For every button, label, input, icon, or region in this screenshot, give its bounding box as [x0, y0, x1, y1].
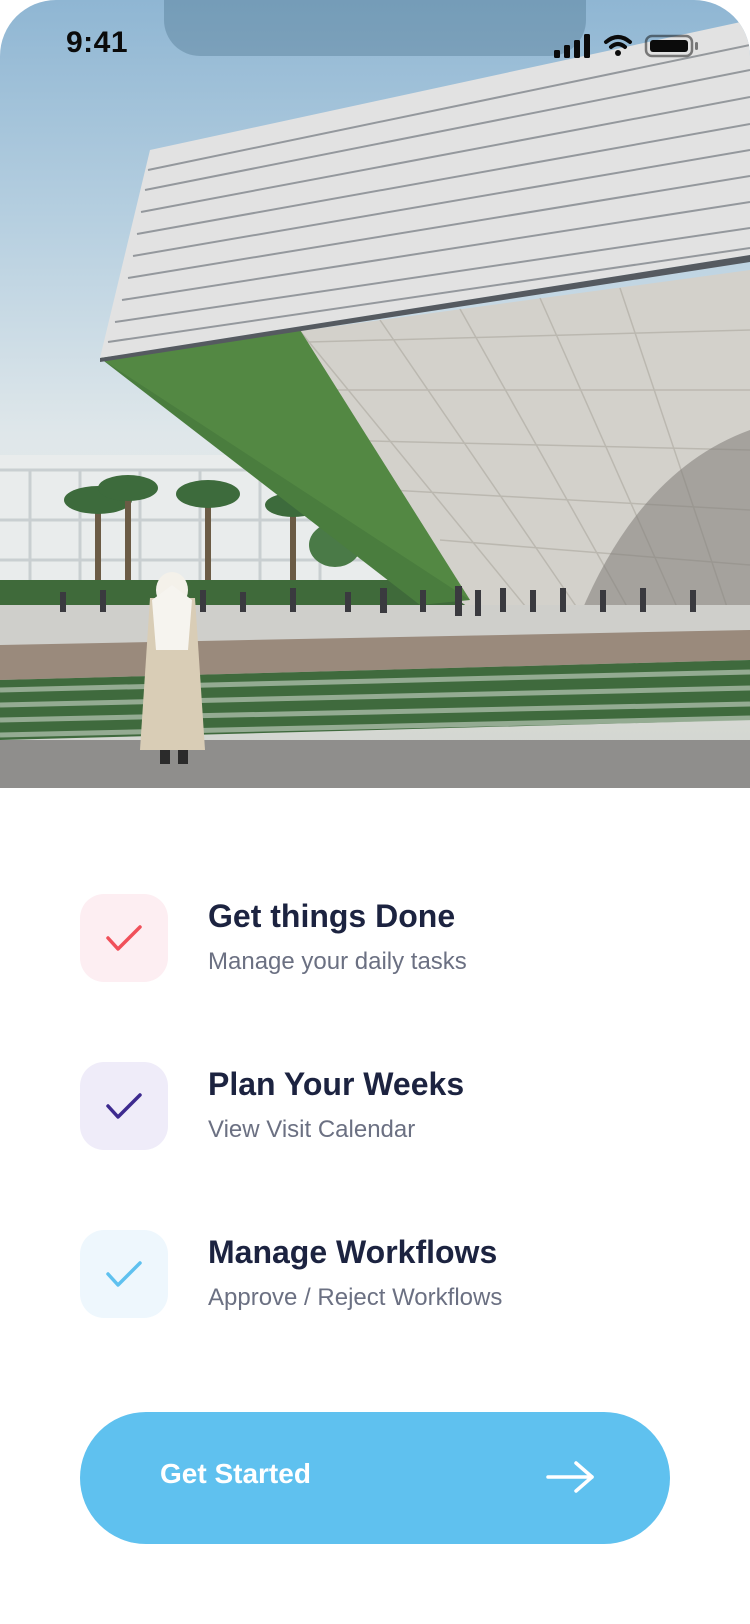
battery-icon [644, 34, 698, 58]
hero-image [0, 0, 750, 788]
feature-plan-your-weeks: Plan Your Weeks View Visit Calendar [80, 1062, 680, 1152]
pavilion-illustration [0, 20, 750, 788]
feature-icon-box [80, 894, 168, 982]
feature-title: Get things Done [208, 898, 456, 934]
device-notch [164, 0, 586, 56]
get-started-button[interactable]: Get Started [80, 1412, 670, 1544]
get-started-label: Get Started [160, 1458, 311, 1489]
feature-manage-workflows: Manage Workflows Approve / Reject Workfl… [80, 1230, 680, 1320]
feature-title: Manage Workflows [208, 1234, 498, 1270]
feature-subtitle: Manage your daily tasks [208, 948, 467, 975]
arrow-right-icon [546, 1461, 594, 1493]
feature-title: Plan Your Weeks [208, 1066, 465, 1102]
check-icon [106, 925, 142, 951]
check-icon [106, 1261, 142, 1287]
wifi-icon [604, 35, 632, 56]
signal-icon [554, 34, 590, 58]
feature-subtitle: Approve / Reject Workflows [208, 1284, 503, 1311]
onboarding-screen: 9:41 Get things Done Manage your daily t… [0, 0, 750, 1624]
feature-icon-box [80, 1062, 168, 1150]
feature-subtitle: View Visit Calendar [208, 1116, 416, 1143]
feature-get-things-done: Get things Done Manage your daily tasks [80, 894, 680, 984]
status-time: 9:41 [66, 26, 129, 59]
status-bar: 9:41 [0, 0, 750, 94]
feature-icon-box [80, 1230, 168, 1318]
status-icons [554, 34, 720, 58]
check-icon [106, 1093, 142, 1119]
